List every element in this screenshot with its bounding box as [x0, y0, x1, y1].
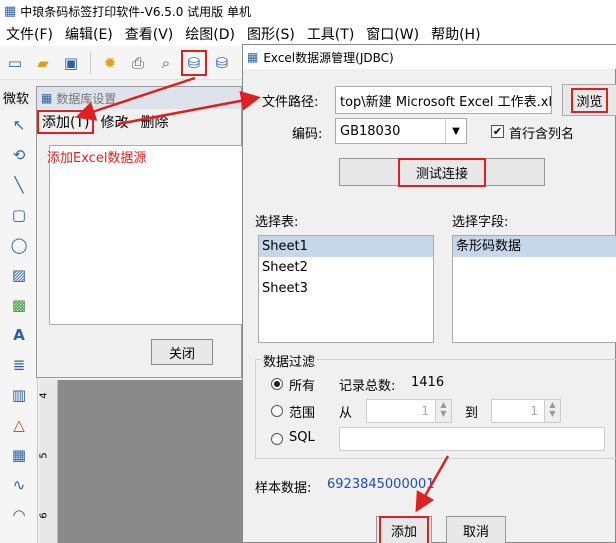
excel-dialog-title: Excel数据源管理(JDBC): [263, 50, 394, 65]
line-tool-icon[interactable]: ╲: [0, 170, 38, 200]
save-icon[interactable]: ▣: [58, 50, 84, 76]
excel-dialog-title-bar: ▦ Excel数据源管理(JDBC): [243, 45, 616, 69]
record-count-label: 记录总数:: [339, 379, 396, 394]
range-from-label: 从: [339, 406, 353, 421]
file-path-label: 文件路径:: [262, 95, 319, 110]
print-preview-icon[interactable]: ⌕: [153, 50, 179, 76]
database-settings-dialog: ▦ 数据库设置 添加(T) 修改 删除 添加Excel数据源 关闭: [36, 86, 243, 378]
cancel-button[interactable]: 取消: [446, 516, 506, 543]
canvas-area: [58, 380, 248, 543]
browse-button[interactable]: 浏览: [562, 84, 616, 116]
select-field-label: 选择字段:: [452, 215, 509, 230]
browse-button-label: 浏览: [571, 87, 608, 113]
range-to-value: 1: [530, 404, 538, 418]
field-list[interactable]: 条形码数据: [452, 235, 616, 343]
add-button[interactable]: 添加: [376, 515, 432, 543]
app-logo-icon: ▦: [4, 3, 17, 19]
db-delete-menu[interactable]: 删除: [134, 112, 174, 132]
chevron-down-icon[interactable]: ▼: [445, 119, 466, 143]
menu-help[interactable]: 帮助(H): [425, 24, 486, 44]
database-icon-partial[interactable]: ⛁: [209, 50, 235, 76]
menu-bar: 文件(F) 编辑(E) 查看(V) 绘图(D) 图形(S) 工具(T) 窗口(W…: [0, 22, 616, 46]
close-button[interactable]: 关闭: [151, 339, 213, 365]
filter-all-radio[interactable]: [271, 378, 283, 390]
app-title-bar: ▦ 中琅条码标签打印软件-V6.5.0 试用版 单机: [0, 0, 616, 22]
db-edit-menu[interactable]: 修改: [94, 112, 134, 132]
sql-input[interactable]: [339, 427, 605, 451]
rotate-tool-icon[interactable]: ⟲: [0, 140, 38, 170]
ruler-tick: 6: [38, 512, 50, 519]
record-count-value: 1416: [411, 375, 445, 390]
multiline-text-tool-icon[interactable]: ≣: [0, 350, 38, 380]
stepper-arrows-icon[interactable]: ▲ ▼: [544, 400, 560, 422]
print-icon[interactable]: ⎙: [125, 50, 151, 76]
database-settings-title-bar: ▦ 数据库设置: [37, 87, 241, 109]
database-settings-title: 数据库设置: [56, 91, 117, 106]
excel-datasource-dialog: ▦ Excel数据源管理(JDBC) 文件路径: top\新建 Microsof…: [242, 44, 616, 543]
datasource-list[interactable]: [49, 145, 243, 325]
database-settings-icon[interactable]: ⛁: [181, 49, 207, 76]
test-connection-label: 测试连接: [397, 157, 486, 187]
ruler-tick: 5: [38, 452, 50, 459]
pointer-tool-icon[interactable]: ↖: [0, 110, 38, 140]
sample-data-label: 样本数据:: [255, 481, 312, 496]
menu-shape[interactable]: 图形(S): [241, 24, 301, 44]
table-item[interactable]: Sheet2: [259, 257, 433, 278]
table-list[interactable]: Sheet1 Sheet2 Sheet3: [258, 235, 434, 343]
image-tool-icon[interactable]: ▨: [0, 260, 38, 290]
range-from-stepper[interactable]: 1 ▲ ▼: [366, 399, 452, 423]
filter-sql-radio[interactable]: [271, 433, 283, 445]
filter-range-radio[interactable]: [271, 405, 283, 417]
add-excel-hint: 添加Excel数据源: [47, 151, 147, 166]
add-button-label: 添加: [378, 515, 429, 543]
new-file-icon[interactable]: ▭: [2, 50, 28, 76]
filter-sql-label: SQL: [289, 430, 315, 445]
drawing-tools-sidebar: ↖ ⟲ ╲ ▢ ◯ ▨ ▩ A ≣ ▥ △ ▦ ∿ ◠: [0, 110, 38, 543]
range-to-label: 到: [465, 406, 479, 421]
picture-tool-icon[interactable]: ▩: [0, 290, 38, 320]
select-table-label: 选择表:: [255, 215, 299, 230]
excel-dialog-icon: ▦: [247, 50, 259, 64]
menu-edit[interactable]: 编辑(E): [59, 24, 119, 44]
qrcode-tool-icon[interactable]: ▦: [0, 440, 38, 470]
vertical-ruler: 4 5 6: [38, 380, 58, 543]
first-row-header-checkbox[interactable]: ✔: [491, 125, 504, 138]
menu-window[interactable]: 窗口(W): [360, 24, 425, 44]
toolbar-separator: [90, 51, 91, 74]
stepper-arrows-icon[interactable]: ▲ ▼: [435, 400, 451, 422]
range-from-value: 1: [421, 404, 429, 418]
encoding-label: 编码:: [292, 127, 323, 142]
database-settings-menu: 添加(T) 修改 删除: [37, 110, 241, 134]
range-to-stepper[interactable]: 1 ▲ ▼: [491, 399, 561, 423]
text-tool-icon[interactable]: A: [0, 320, 38, 350]
file-path-input[interactable]: top\新建 Microsoft Excel 工作表.xls: [335, 86, 552, 114]
menu-tools[interactable]: 工具(T): [301, 24, 360, 44]
field-item[interactable]: 条形码数据: [453, 236, 616, 257]
ellipse-tool-icon[interactable]: ◯: [0, 230, 38, 260]
barcode-tool-icon[interactable]: ▥: [0, 380, 38, 410]
sample-data-value: 6923845000001: [327, 477, 435, 492]
ruler-tick: 4: [38, 392, 50, 399]
table-item[interactable]: Sheet1: [259, 236, 433, 257]
app-title: 中琅条码标签打印软件-V6.5.0 试用版 单机: [20, 4, 251, 19]
first-row-header-label: 首行含列名: [509, 127, 575, 142]
menu-view[interactable]: 查看(V): [119, 24, 180, 44]
settings-gear-icon[interactable]: ✹: [97, 50, 123, 76]
test-connection-button[interactable]: 测试连接: [339, 157, 545, 187]
open-folder-icon[interactable]: ▰: [30, 50, 56, 76]
arc-tool-icon[interactable]: ◠: [0, 500, 38, 530]
font-name-partial: 微软: [3, 92, 30, 107]
rectangle-tool-icon[interactable]: ▢: [0, 200, 38, 230]
data-filter-label: 数据过滤: [261, 351, 318, 370]
menu-draw[interactable]: 绘图(D): [179, 24, 241, 44]
database-dialog-icon: ▦: [41, 91, 53, 105]
table-item[interactable]: Sheet3: [259, 278, 433, 299]
menu-file[interactable]: 文件(F): [0, 24, 59, 44]
filter-all-label: 所有: [289, 379, 316, 394]
db-add-menu[interactable]: 添加(T): [37, 110, 95, 134]
curve-tool-icon[interactable]: ∿: [0, 470, 38, 500]
filter-range-label: 范围: [289, 406, 316, 421]
shape-tool-icon[interactable]: △: [0, 410, 38, 440]
